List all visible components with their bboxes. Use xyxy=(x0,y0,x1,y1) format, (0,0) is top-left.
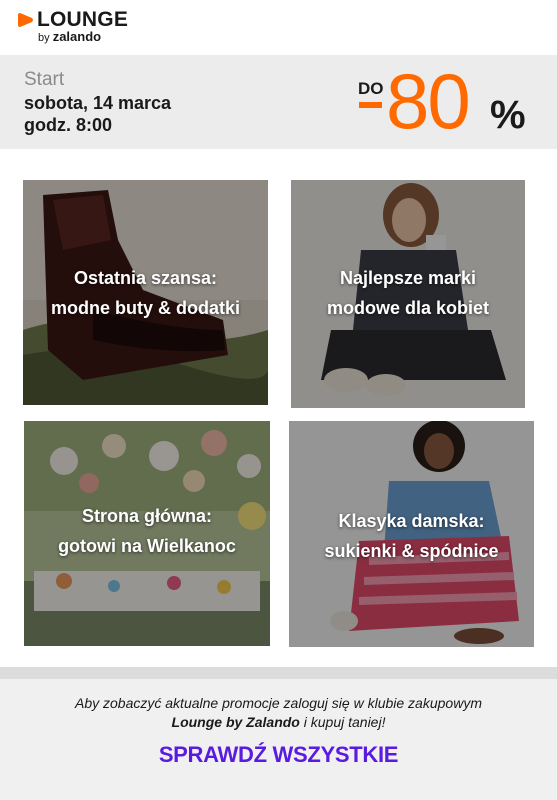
tile-caption: Ostatnia szansa: modne buty & dodatki xyxy=(23,263,268,323)
tile-caption-line1: Ostatnia szansa: xyxy=(73,268,218,288)
logo-brand: zalando xyxy=(52,29,102,44)
start-date: sobota, 14 marca xyxy=(24,93,172,113)
tile-caption-line2: gotowi na Wielkanoc xyxy=(58,536,236,556)
category-tile-brands[interactable]: Najlepsze marki modowe dla kobiet xyxy=(291,180,525,408)
discount-value: 80 xyxy=(386,57,471,145)
tile-caption-line2: modne buty & dodatki xyxy=(51,298,240,318)
logo-mark-icon xyxy=(18,13,33,27)
discount-prefix: DO xyxy=(358,79,384,98)
footer-note: Aby zobaczyć aktualne promocje zaloguj s… xyxy=(0,694,557,732)
lounge-logo[interactable]: LOUNGE by zalando xyxy=(18,8,138,46)
tile-caption-line1: Strona główna: xyxy=(82,506,212,526)
footer-note-text: Aby zobaczyć aktualne promocje zaloguj s… xyxy=(75,695,482,711)
category-tile-shoes[interactable]: Ostatnia szansa: modne buty & dodatki xyxy=(23,180,268,405)
tile-caption-line1: Najlepsze marki xyxy=(339,268,477,288)
footer-note-tail: i kupuj taniej! xyxy=(299,714,386,730)
email-page: LOUNGE by zalando Start sobota, 14 marca… xyxy=(0,0,557,800)
tile-caption-line1: Klasyka damska: xyxy=(338,511,485,531)
footer-note-brand: Lounge by Zalando xyxy=(171,714,300,730)
start-label: Start xyxy=(24,69,65,90)
tile-caption: Klasyka damska: sukienki & spódnice xyxy=(289,506,534,566)
logo-subline: by zalando xyxy=(38,30,101,45)
category-tile-dresses[interactable]: Klasyka damska: sukienki & spódnice xyxy=(289,421,534,647)
divider xyxy=(0,149,557,161)
tile-caption: Najlepsze marki modowe dla kobiet xyxy=(291,263,525,323)
header: LOUNGE by zalando xyxy=(0,0,557,54)
category-tile-home[interactable]: Strona główna: gotowi na Wielkanoc xyxy=(24,421,270,646)
tile-caption-line2: sukienki & spódnice xyxy=(324,541,499,561)
see-all-button[interactable]: SPRAWDŹ WSZYSTKIE xyxy=(0,742,557,768)
footer: Aby zobaczyć aktualne promocje zaloguj s… xyxy=(0,679,557,800)
tile-caption-line2: modowe dla kobiet xyxy=(326,298,490,318)
tile-caption: Strona główna: gotowi na Wielkanoc xyxy=(24,501,270,561)
sale-banner: Start sobota, 14 marca godz. 8:00 DO 80 … xyxy=(0,55,557,149)
discount-unit: % xyxy=(490,93,526,137)
logo-by: by xyxy=(38,32,50,44)
discount-minus-sign xyxy=(359,102,382,108)
footer-divider xyxy=(0,667,557,679)
start-time: godz. 8:00 xyxy=(24,115,113,135)
